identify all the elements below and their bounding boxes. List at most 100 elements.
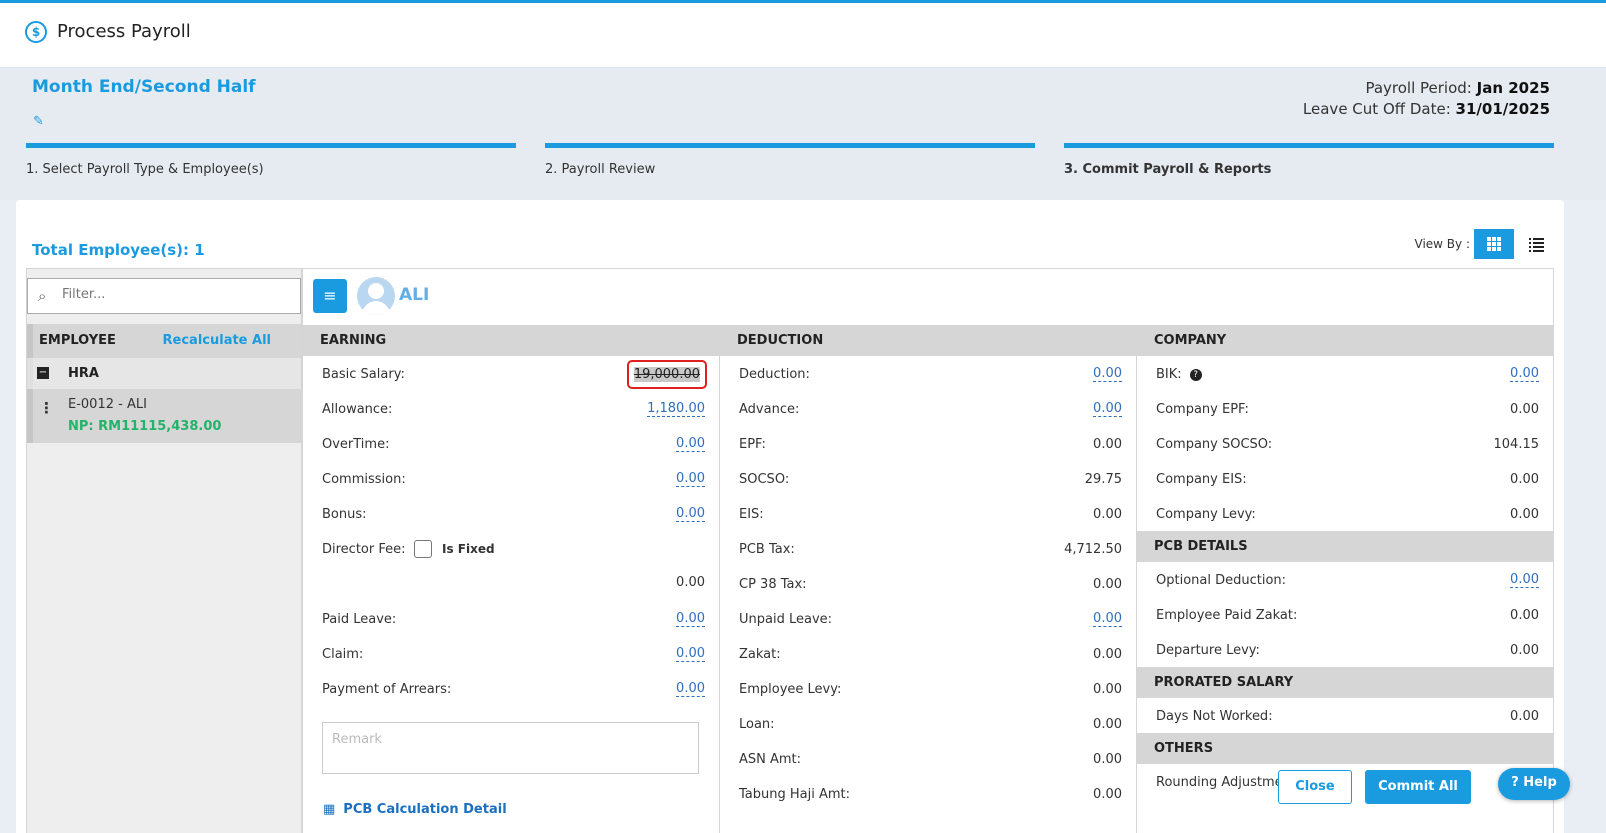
step-3-label: 3. Commit Payroll & Reports	[1064, 162, 1272, 177]
overtime-value[interactable]: 0.00	[676, 437, 705, 452]
cutoff-label: Leave Cut Off Date:	[1302, 100, 1451, 118]
collapse-icon[interactable]: −	[37, 367, 49, 379]
zakat-row: Zakat: 0.00	[720, 636, 1136, 671]
prorated-salary-header: PRORATED SALARY	[1137, 667, 1553, 698]
app-header: $ Process Payroll	[0, 3, 1606, 68]
company-epf-value: 0.00	[1510, 402, 1539, 417]
pcb-details-header: PCB DETAILS	[1137, 531, 1553, 562]
is-fixed-checkbox[interactable]	[414, 540, 432, 558]
loan-value: 0.00	[1093, 717, 1122, 732]
company-socso-row: Company SOCSO: 104.15	[1137, 426, 1553, 461]
socso-label: SOCSO:	[739, 472, 790, 487]
close-button[interactable]: Close	[1278, 770, 1352, 804]
overtime-label: OverTime:	[322, 437, 390, 452]
paid-leave-label: Paid Leave:	[322, 612, 397, 627]
asn-row: ASN Amt: 0.00	[720, 741, 1136, 776]
more-options-icon[interactable]: ⋮	[39, 399, 54, 417]
arrears-value[interactable]: 0.00	[676, 682, 705, 697]
employee-levy-value: 0.00	[1093, 682, 1122, 697]
hamburger-icon: ≡	[323, 286, 337, 305]
asn-label: ASN Amt:	[739, 752, 802, 767]
menu-button[interactable]: ≡	[313, 279, 347, 313]
deduction-column: DEDUCTION Deduction: 0.00 Advance: 0.00 …	[720, 325, 1137, 833]
bik-label: BIK:	[1156, 367, 1182, 382]
step-2[interactable]: 2. Payroll Review	[545, 143, 1035, 177]
pcb-tax-row: PCB Tax: 4,712.50	[720, 531, 1136, 566]
eis-value: 0.00	[1093, 507, 1122, 522]
paid-leave-value[interactable]: 0.00	[676, 612, 705, 627]
epf-row: EPF: 0.00	[720, 426, 1136, 461]
advance-value[interactable]: 0.00	[1093, 402, 1122, 417]
earning-header: EARNING	[303, 325, 719, 356]
optional-deduction-label: Optional Deduction:	[1156, 573, 1287, 588]
eis-label: EIS:	[739, 507, 764, 522]
employee-zakat-row: Employee Paid Zakat: 0.00	[1137, 597, 1553, 632]
view-by-label: View By :	[1414, 237, 1470, 251]
commission-value[interactable]: 0.00	[676, 472, 705, 487]
employee-id-name: E-0012 - ALI	[68, 397, 147, 412]
deduction-label: Deduction:	[739, 367, 810, 382]
company-eis-label: Company EIS:	[1156, 472, 1247, 487]
search-icon: ⌕	[38, 287, 47, 305]
deduction-row: Deduction: 0.00	[720, 356, 1136, 391]
overtime-row: OverTime: 0.00	[303, 426, 719, 461]
allowance-label: Allowance:	[322, 402, 393, 417]
bonus-value[interactable]: 0.00	[676, 507, 705, 522]
step-3[interactable]: 3. Commit Payroll & Reports	[1064, 143, 1554, 177]
director-fee-label: Director Fee:	[322, 542, 406, 557]
help-label: Help	[1523, 775, 1557, 790]
tabung-haji-row: Tabung Haji Amt: 0.00	[720, 776, 1136, 811]
basic-salary-amount[interactable]: 19,000.00	[633, 367, 700, 382]
tabung-haji-label: Tabung Haji Amt:	[739, 787, 851, 802]
payroll-detail-panel: ≡ ALI EARNING Basic Salary: 19,000.00 Al…	[302, 268, 1554, 833]
pcb-calculation-link[interactable]: ▦ PCB Calculation Detail	[323, 802, 507, 817]
employee-levy-row: Employee Levy: 0.00	[720, 671, 1136, 706]
employee-row[interactable]: ⋮ E-0012 - ALI NP: RM11115,438.00	[27, 389, 301, 443]
group-row[interactable]: − HRA	[27, 358, 301, 389]
pencil-icon[interactable]: ✎	[33, 114, 44, 129]
filter-box[interactable]: ⌕	[27, 278, 301, 314]
socso-row: SOCSO: 29.75	[720, 461, 1136, 496]
claim-value[interactable]: 0.00	[676, 647, 705, 662]
commit-all-button[interactable]: Commit All	[1365, 770, 1471, 804]
basic-salary-value[interactable]: 19,000.00	[626, 360, 707, 389]
director-fee-row: Director Fee: Is Fixed	[303, 531, 719, 566]
page-title: Process Payroll	[57, 21, 191, 42]
payroll-period-info: Payroll Period: Jan 2025 Leave Cut Off D…	[1303, 78, 1550, 120]
step-1-bar	[26, 143, 516, 148]
step-2-label: 2. Payroll Review	[545, 162, 656, 177]
question-icon[interactable]: ?	[1189, 369, 1202, 381]
grid-view-button[interactable]	[1474, 229, 1514, 259]
basic-salary-row: Basic Salary: 19,000.00	[303, 356, 719, 391]
company-levy-label: Company Levy:	[1156, 507, 1256, 522]
departure-levy-value: 0.00	[1510, 643, 1539, 658]
bonus-row: Bonus: 0.00	[303, 496, 719, 531]
deduction-value[interactable]: 0.00	[1093, 367, 1122, 382]
basic-salary-label: Basic Salary:	[322, 367, 405, 382]
step-3-bar	[1064, 143, 1554, 148]
unpaid-leave-row: Unpaid Leave: 0.00	[720, 601, 1136, 636]
step-1[interactable]: 1. Select Payroll Type & Employee(s)	[26, 143, 516, 177]
employee-list-header: EMPLOYEE Recalculate All	[27, 324, 301, 358]
director-fee-value[interactable]: 0.00	[676, 575, 705, 590]
remark-textarea[interactable]	[322, 722, 699, 774]
optional-deduction-value[interactable]: 0.00	[1510, 573, 1539, 588]
payroll-header: Month End/Second Half ✎ Payroll Period: …	[0, 69, 1606, 200]
unpaid-leave-value[interactable]: 0.00	[1093, 612, 1122, 627]
director-fee-value-row: 0.00	[303, 566, 719, 601]
list-view-button[interactable]	[1516, 229, 1556, 259]
is-fixed-label: Is Fixed	[442, 542, 495, 556]
payroll-card: Total Employee(s): 1 View By : ⌕ EMPL	[16, 200, 1564, 833]
bik-value[interactable]: 0.00	[1510, 367, 1539, 382]
step-1-label: 1. Select Payroll Type & Employee(s)	[26, 162, 264, 177]
allowance-value[interactable]: 1,180.00	[647, 402, 705, 417]
bik-label-wrap: BIK:?	[1156, 367, 1202, 382]
list-icon	[1529, 238, 1544, 252]
help-button[interactable]: ? Help	[1498, 768, 1570, 800]
filter-input[interactable]	[62, 287, 282, 302]
earning-column: EARNING Basic Salary: 19,000.00 Allowanc…	[303, 325, 720, 833]
company-eis-value: 0.00	[1510, 472, 1539, 487]
cp38-label: CP 38 Tax:	[739, 577, 807, 592]
recalculate-all-link[interactable]: Recalculate All	[163, 333, 271, 348]
group-name: HRA	[68, 366, 99, 381]
